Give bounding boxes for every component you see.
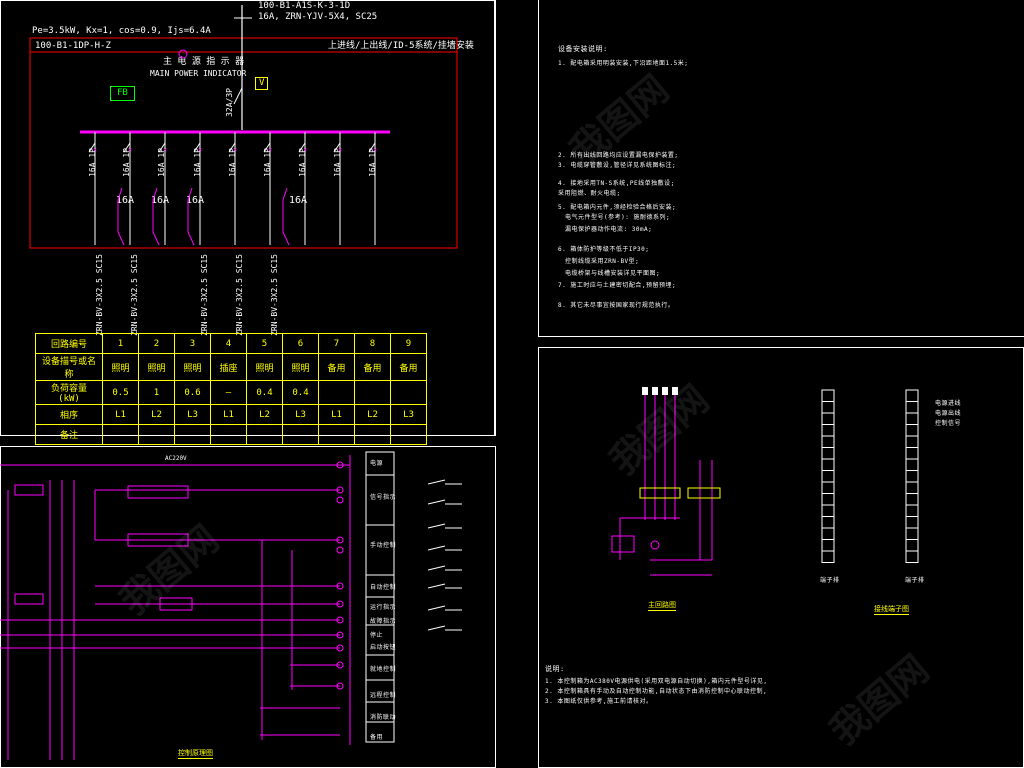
- rcd-curve: [187, 187, 195, 246]
- terminal-block: [821, 493, 835, 506]
- contact-line: [427, 545, 446, 551]
- power-indicator-lamp: [178, 49, 188, 59]
- breaker-mark: ×: [128, 146, 132, 154]
- terminal-block: [905, 481, 919, 494]
- control-circuit: [0, 455, 351, 760]
- terminal-block: [905, 504, 919, 517]
- breaker-mark: ×: [163, 146, 167, 154]
- terminal-block: [821, 389, 835, 402]
- rcd-curve: [282, 187, 290, 246]
- contact-line: [427, 583, 446, 589]
- distribution-board: [29, 37, 458, 249]
- terminal-block: [905, 412, 919, 425]
- terminal-block: [821, 516, 835, 529]
- terminal-strips: [821, 389, 919, 563]
- terminal-block: [821, 435, 835, 448]
- terminal-block: [905, 493, 919, 506]
- terminal-block: [821, 550, 835, 563]
- terminal-block: [821, 481, 835, 494]
- terminal-block: [821, 470, 835, 483]
- terminal-block: [905, 516, 919, 529]
- terminal-block: [905, 447, 919, 460]
- spare-contacts: [427, 479, 462, 631]
- terminal-block: [905, 470, 919, 483]
- terminal-block: [821, 504, 835, 517]
- breaker-mark: ×: [338, 146, 342, 154]
- contact-line: [427, 479, 446, 485]
- contact-line: [427, 605, 446, 611]
- contact-line: [427, 499, 446, 505]
- rcd-curve: [117, 187, 125, 246]
- terminal-block: [905, 539, 919, 552]
- terminal-block: [905, 550, 919, 563]
- control-legend-box: [365, 451, 395, 743]
- breaker-mark: ×: [373, 146, 377, 154]
- terminal-block: [905, 389, 919, 402]
- terminal-block: [905, 435, 919, 448]
- terminal-block: [905, 458, 919, 471]
- breaker-mark: ×: [233, 146, 237, 154]
- terminal-block: [905, 424, 919, 437]
- schematic-drawing: × × × × × × × × ×: [0, 5, 919, 760]
- breaker-mark: ×: [93, 146, 97, 154]
- terminal-block: [821, 539, 835, 552]
- terminal-block: [905, 401, 919, 414]
- terminal-block: [821, 412, 835, 425]
- breaker-mark: ×: [198, 146, 202, 154]
- terminal-block: [821, 458, 835, 471]
- main-breaker-switch: [233, 87, 243, 105]
- breaker-mark: ×: [303, 146, 307, 154]
- terminal-block: [821, 401, 835, 414]
- terminal-block: [821, 447, 835, 460]
- breaker-mark: ×: [268, 146, 272, 154]
- contact-line: [427, 523, 446, 529]
- contact-line: [427, 565, 446, 571]
- contact-line: [427, 625, 446, 631]
- branch-circuits: × × × × × × × × ×: [88, 132, 377, 245]
- rcd-curve: [152, 187, 160, 246]
- rcd-devices: [117, 187, 290, 246]
- terminal-block: [821, 424, 835, 437]
- terminal-block: [821, 527, 835, 540]
- control-lamps: [336, 461, 344, 690]
- terminal-block: [905, 527, 919, 540]
